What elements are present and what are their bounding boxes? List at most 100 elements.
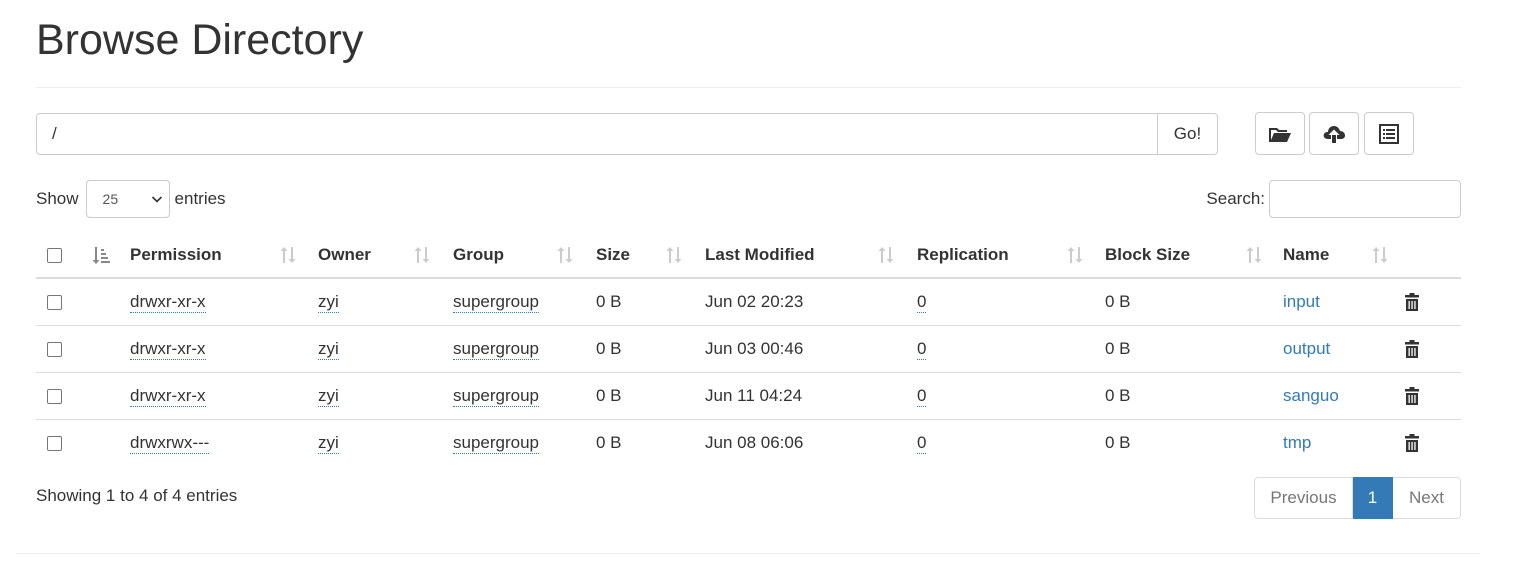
sort-icon xyxy=(280,247,296,263)
group-cell[interactable]: supergroup xyxy=(453,338,540,360)
column-label: Owner xyxy=(318,244,371,264)
table-header-row: Permission Owner Group Size Last Modifie… xyxy=(36,232,1461,279)
column-label: Group xyxy=(453,244,504,264)
modified-cell: Jun 03 00:46 xyxy=(705,338,804,358)
permission-cell[interactable]: drwxrwx--- xyxy=(130,432,210,454)
owner-cell[interactable]: zyi xyxy=(318,385,339,407)
group-cell[interactable]: supergroup xyxy=(453,432,540,454)
previous-page-button[interactable]: Previous xyxy=(1254,477,1353,519)
column-label: Size xyxy=(596,244,631,264)
column-label: Block Size xyxy=(1105,244,1191,264)
modified-cell: Jun 11 04:24 xyxy=(705,385,803,405)
file-table: Permission Owner Group Size Last Modifie… xyxy=(36,232,1461,466)
group-cell[interactable]: supergroup xyxy=(453,291,540,313)
replication-cell[interactable]: 0 xyxy=(917,432,927,454)
length-control: Show 25 entries xyxy=(36,180,226,218)
trash-icon[interactable] xyxy=(1404,292,1420,312)
name-link[interactable]: sanguo xyxy=(1283,386,1339,405)
folder-open-icon xyxy=(1269,127,1291,142)
row-checkbox[interactable] xyxy=(47,341,62,357)
replication-cell[interactable]: 0 xyxy=(917,338,927,360)
permission-cell[interactable]: drwxr-xr-x xyxy=(130,338,206,360)
permission-cell[interactable]: drwxr-xr-x xyxy=(130,291,206,313)
list-alt-icon xyxy=(1379,123,1399,144)
entries-label: entries xyxy=(174,189,226,208)
trash-icon[interactable] xyxy=(1404,339,1420,359)
entries-per-page-select[interactable]: 25 xyxy=(85,180,170,218)
name-link[interactable]: tmp xyxy=(1283,433,1311,452)
block-size-cell: 0 B xyxy=(1105,291,1131,311)
footer-divider xyxy=(16,553,1480,554)
trash-icon[interactable] xyxy=(1404,386,1420,406)
page-title: Browse Directory xyxy=(36,16,364,64)
size-cell: 0 B xyxy=(596,432,622,452)
column-label: Last Modified xyxy=(705,244,815,264)
block-size-cell: 0 B xyxy=(1105,338,1131,358)
directory-path-input[interactable] xyxy=(36,113,1158,155)
column-label: Permission xyxy=(130,244,222,264)
column-header-owner[interactable]: Owner xyxy=(318,232,453,279)
table-row: drwxrwx--- zyi supergroup 0 B Jun 08 06:… xyxy=(36,418,1461,466)
column-header-size[interactable]: Size xyxy=(596,232,705,279)
sort-icon xyxy=(557,247,573,263)
select-all-header xyxy=(36,232,91,279)
table-info: Showing 1 to 4 of 4 entries xyxy=(36,486,238,505)
path-bar: Go! xyxy=(36,113,1218,155)
actions-header xyxy=(1404,232,1461,279)
column-label: Replication xyxy=(917,244,1009,264)
modified-cell: Jun 08 06:06 xyxy=(705,432,804,452)
owner-cell[interactable]: zyi xyxy=(318,338,339,360)
trash-icon[interactable] xyxy=(1404,433,1420,453)
upload-button[interactable] xyxy=(1309,112,1359,155)
search-input[interactable] xyxy=(1269,180,1461,218)
row-checkbox[interactable] xyxy=(47,294,62,310)
size-cell: 0 B xyxy=(596,385,622,405)
pagination: Previous 1 Next xyxy=(1254,477,1461,519)
column-header-permission[interactable]: Permission xyxy=(130,232,318,279)
size-cell: 0 B xyxy=(596,338,622,358)
group-cell[interactable]: supergroup xyxy=(453,385,540,407)
table-row: drwxr-xr-x zyi supergroup 0 B Jun 02 20:… xyxy=(36,278,1461,325)
column-header-replication[interactable]: Replication xyxy=(917,232,1105,279)
search-control: Search: xyxy=(1206,180,1461,218)
next-page-button[interactable]: Next xyxy=(1393,477,1461,519)
column-header-block-size[interactable]: Block Size xyxy=(1105,232,1283,279)
table-row: drwxr-xr-x zyi supergroup 0 B Jun 11 04:… xyxy=(36,371,1461,419)
go-button[interactable]: Go! xyxy=(1158,113,1218,155)
cloud-upload-icon xyxy=(1323,125,1345,143)
title-divider xyxy=(36,87,1461,88)
column-header-last-modified[interactable]: Last Modified xyxy=(705,232,917,279)
select-all-checkbox[interactable] xyxy=(47,247,62,263)
row-checkbox[interactable] xyxy=(47,435,62,451)
owner-cell[interactable]: zyi xyxy=(318,291,339,313)
sort-icon xyxy=(666,247,682,263)
sort-icon xyxy=(1067,247,1083,263)
table-row: drwxr-xr-x zyi supergroup 0 B Jun 03 00:… xyxy=(36,324,1461,372)
sort-column-header[interactable] xyxy=(91,232,130,279)
sort-icon xyxy=(414,247,430,263)
replication-cell[interactable]: 0 xyxy=(917,291,927,313)
column-label: Name xyxy=(1283,244,1330,264)
permission-cell[interactable]: drwxr-xr-x xyxy=(130,385,206,407)
chevron-down-icon xyxy=(151,196,162,203)
sort-icon xyxy=(878,247,894,263)
current-page-button[interactable]: 1 xyxy=(1353,477,1393,519)
entries-per-page-value: 25 xyxy=(102,191,119,207)
name-link[interactable]: output xyxy=(1283,339,1330,358)
sort-icon xyxy=(1372,247,1388,263)
modified-cell: Jun 02 20:23 xyxy=(705,291,804,311)
block-size-cell: 0 B xyxy=(1105,432,1131,452)
cut-paste-button[interactable] xyxy=(1364,112,1414,155)
column-header-name[interactable]: Name xyxy=(1283,232,1404,279)
search-label: Search: xyxy=(1206,189,1265,208)
row-checkbox[interactable] xyxy=(47,388,62,404)
browse-directory-page: Browse Directory Go! Show 25 xyxy=(0,0,1520,566)
create-directory-button[interactable] xyxy=(1255,112,1305,155)
name-link[interactable]: input xyxy=(1283,292,1320,311)
sort-icon xyxy=(1246,247,1262,263)
replication-cell[interactable]: 0 xyxy=(917,385,927,407)
show-label: Show xyxy=(36,189,79,208)
column-header-group[interactable]: Group xyxy=(453,232,596,279)
size-cell: 0 B xyxy=(596,291,622,311)
owner-cell[interactable]: zyi xyxy=(318,432,339,454)
